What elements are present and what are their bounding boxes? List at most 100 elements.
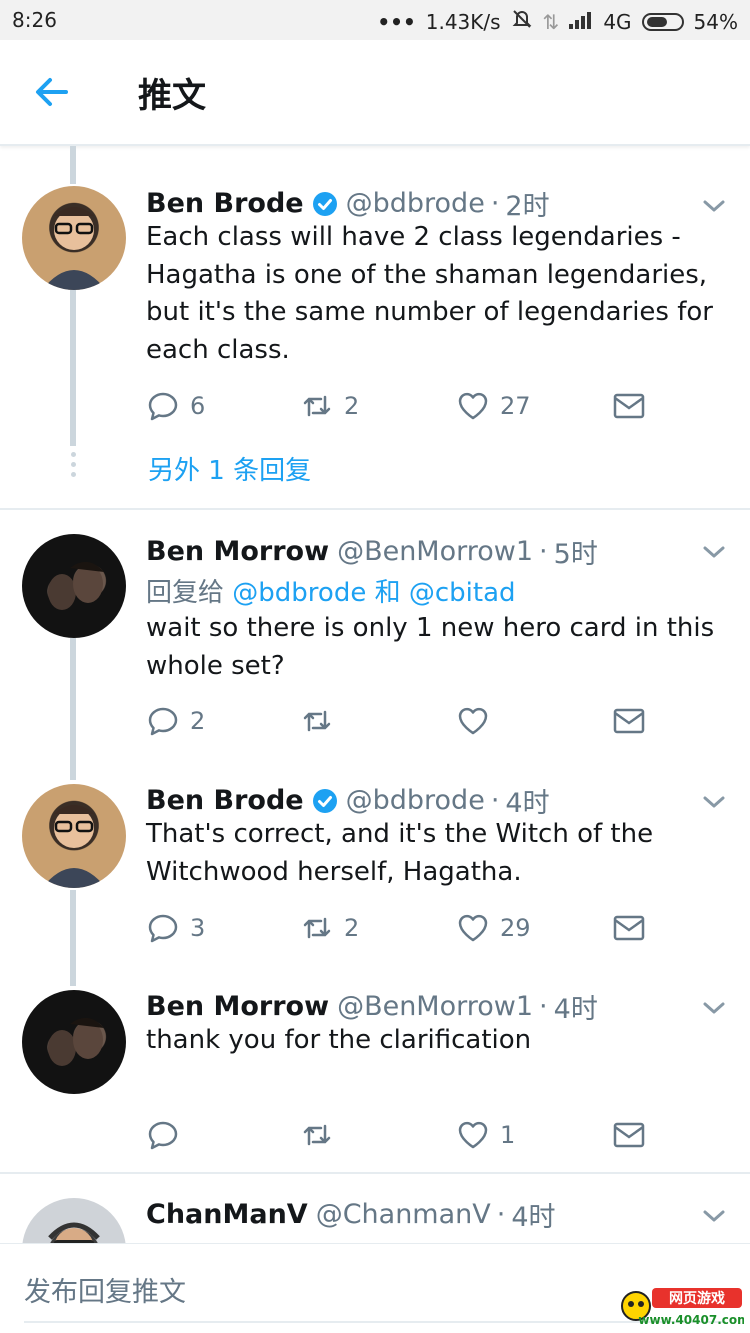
reply-count: 3 — [190, 914, 206, 942]
avatar[interactable] — [22, 534, 126, 638]
like-count: 27 — [500, 392, 531, 420]
dm-button[interactable] — [612, 386, 646, 426]
reply-button[interactable]: 3 — [146, 908, 205, 948]
author-handle[interactable]: @bdbrode — [346, 785, 485, 816]
avatar[interactable] — [22, 990, 126, 1094]
page-title: 推文 — [138, 76, 206, 116]
thread-line — [70, 146, 76, 184]
author-name[interactable]: Ben Morrow — [146, 991, 329, 1022]
network-type: 4G — [603, 9, 632, 34]
chevron-down-icon[interactable] — [700, 998, 728, 1018]
dm-icon — [613, 708, 645, 734]
site-watermark-logo: 网页游戏 www.40407.com — [621, 1288, 744, 1327]
like-button[interactable]: 1 — [456, 1115, 515, 1155]
dm-button[interactable] — [612, 908, 646, 948]
status-indicators: ••• 1.43K/s ⇅ 4G 54% — [377, 8, 738, 35]
tweet-time: 4时 — [553, 994, 598, 1025]
chevron-down-icon[interactable] — [700, 792, 728, 812]
like-button[interactable]: 27 — [456, 386, 531, 426]
tweet-actions: 6 2 27 — [146, 386, 666, 426]
author-name[interactable]: Ben Brode — [146, 785, 304, 816]
chevron-down-icon[interactable] — [700, 1206, 728, 1226]
like-button[interactable] — [456, 701, 500, 741]
tweet-actions: 3 2 29 — [146, 908, 666, 948]
network-speed: 1.43K/s — [425, 9, 501, 34]
dm-button[interactable] — [612, 1115, 646, 1155]
retweet-icon — [303, 1124, 331, 1146]
author-handle[interactable]: @BenMorrow1 — [337, 536, 533, 567]
dm-button[interactable] — [612, 701, 646, 741]
thread-line — [70, 890, 76, 986]
verified-badge-icon — [312, 788, 338, 814]
tweet-text: Each class will have 2 class legendaries… — [146, 222, 713, 365]
dm-icon — [613, 915, 645, 941]
thread-line — [70, 638, 76, 780]
avatar[interactable] — [22, 784, 126, 888]
like-icon — [458, 914, 488, 942]
avatar[interactable] — [22, 186, 126, 290]
author-name[interactable]: Ben Brode — [146, 188, 304, 219]
separator-dot: · — [490, 785, 500, 816]
author-handle[interactable]: @BenMorrow1 — [337, 991, 533, 1022]
more-replies-link[interactable]: 另外 1 条回复 — [148, 450, 311, 487]
mute-icon — [511, 8, 533, 35]
thread-line — [70, 290, 76, 446]
tweet-text: thank you for the clarification — [146, 1025, 532, 1055]
reply-button[interactable] — [146, 1115, 190, 1155]
reply-button[interactable]: 6 — [146, 386, 205, 426]
tweet-time: 4时 — [505, 788, 550, 819]
reply-icon — [148, 914, 178, 943]
chevron-down-icon[interactable] — [700, 542, 728, 562]
author-handle[interactable]: @ChanmanV — [316, 1199, 491, 1230]
like-icon — [458, 392, 488, 420]
retweet-button[interactable]: 2 — [300, 386, 359, 426]
like-icon — [458, 1121, 488, 1149]
top-app-bar: 推文 — [0, 40, 750, 146]
retweet-count: 2 — [344, 914, 360, 942]
like-icon — [458, 707, 488, 735]
retweet-count: 2 — [344, 392, 360, 420]
tweet-actions: 1 — [146, 1115, 666, 1155]
reply-button[interactable]: 2 — [146, 701, 205, 741]
signal-icon — [569, 10, 593, 34]
reply-prefix: 回复给 — [146, 578, 225, 608]
retweet-button[interactable]: 2 — [300, 908, 359, 948]
author-name[interactable]: ChanManV — [146, 1199, 308, 1230]
separator-dot: · — [539, 991, 548, 1022]
like-count: 1 — [500, 1121, 516, 1149]
mention-link[interactable]: @bdbrode — [232, 578, 366, 608]
data-arrows-icon: ⇅ — [542, 9, 560, 34]
reply-icon — [148, 392, 178, 421]
back-arrow-icon[interactable] — [28, 70, 80, 114]
svg-text:www.40407.com: www.40407.com — [638, 1313, 744, 1327]
tweet-text: wait so there is only 1 new hero card in… — [146, 613, 715, 681]
status-time: 8:26 — [12, 8, 57, 32]
retweet-icon — [303, 917, 331, 939]
battery-level: 54% — [693, 9, 738, 34]
chevron-down-icon[interactable] — [700, 196, 728, 216]
author-handle[interactable]: @bdbrode — [346, 188, 485, 219]
battery-icon — [641, 12, 684, 31]
reply-input[interactable]: 发布回复推文 — [24, 1270, 186, 1309]
tweet-text: That's correct, and it's the Witch of th… — [146, 819, 654, 887]
separator-dot: · — [539, 536, 548, 567]
like-button[interactable]: 29 — [456, 908, 531, 948]
retweet-button[interactable] — [300, 701, 344, 741]
more-dots-icon: ••• — [377, 9, 416, 34]
reply-icon — [148, 1121, 178, 1150]
tweet-actions: 2 — [146, 701, 666, 741]
reply-conjunction: 和 — [374, 578, 401, 608]
dm-icon — [613, 1122, 645, 1148]
dm-icon — [613, 393, 645, 419]
retweet-icon — [303, 710, 331, 732]
author-name[interactable]: Ben Morrow — [146, 536, 329, 567]
separator-dot: · — [490, 188, 500, 219]
retweet-icon — [303, 395, 331, 417]
divider — [0, 508, 750, 510]
verified-badge-icon — [312, 191, 338, 217]
svg-text:网页游戏: 网页游戏 — [669, 1290, 725, 1307]
mention-link[interactable]: @cbitad — [409, 578, 516, 608]
retweet-button[interactable] — [300, 1115, 344, 1155]
tweet-time: 4时 — [511, 1202, 556, 1233]
tweet-time: 5时 — [553, 539, 598, 570]
